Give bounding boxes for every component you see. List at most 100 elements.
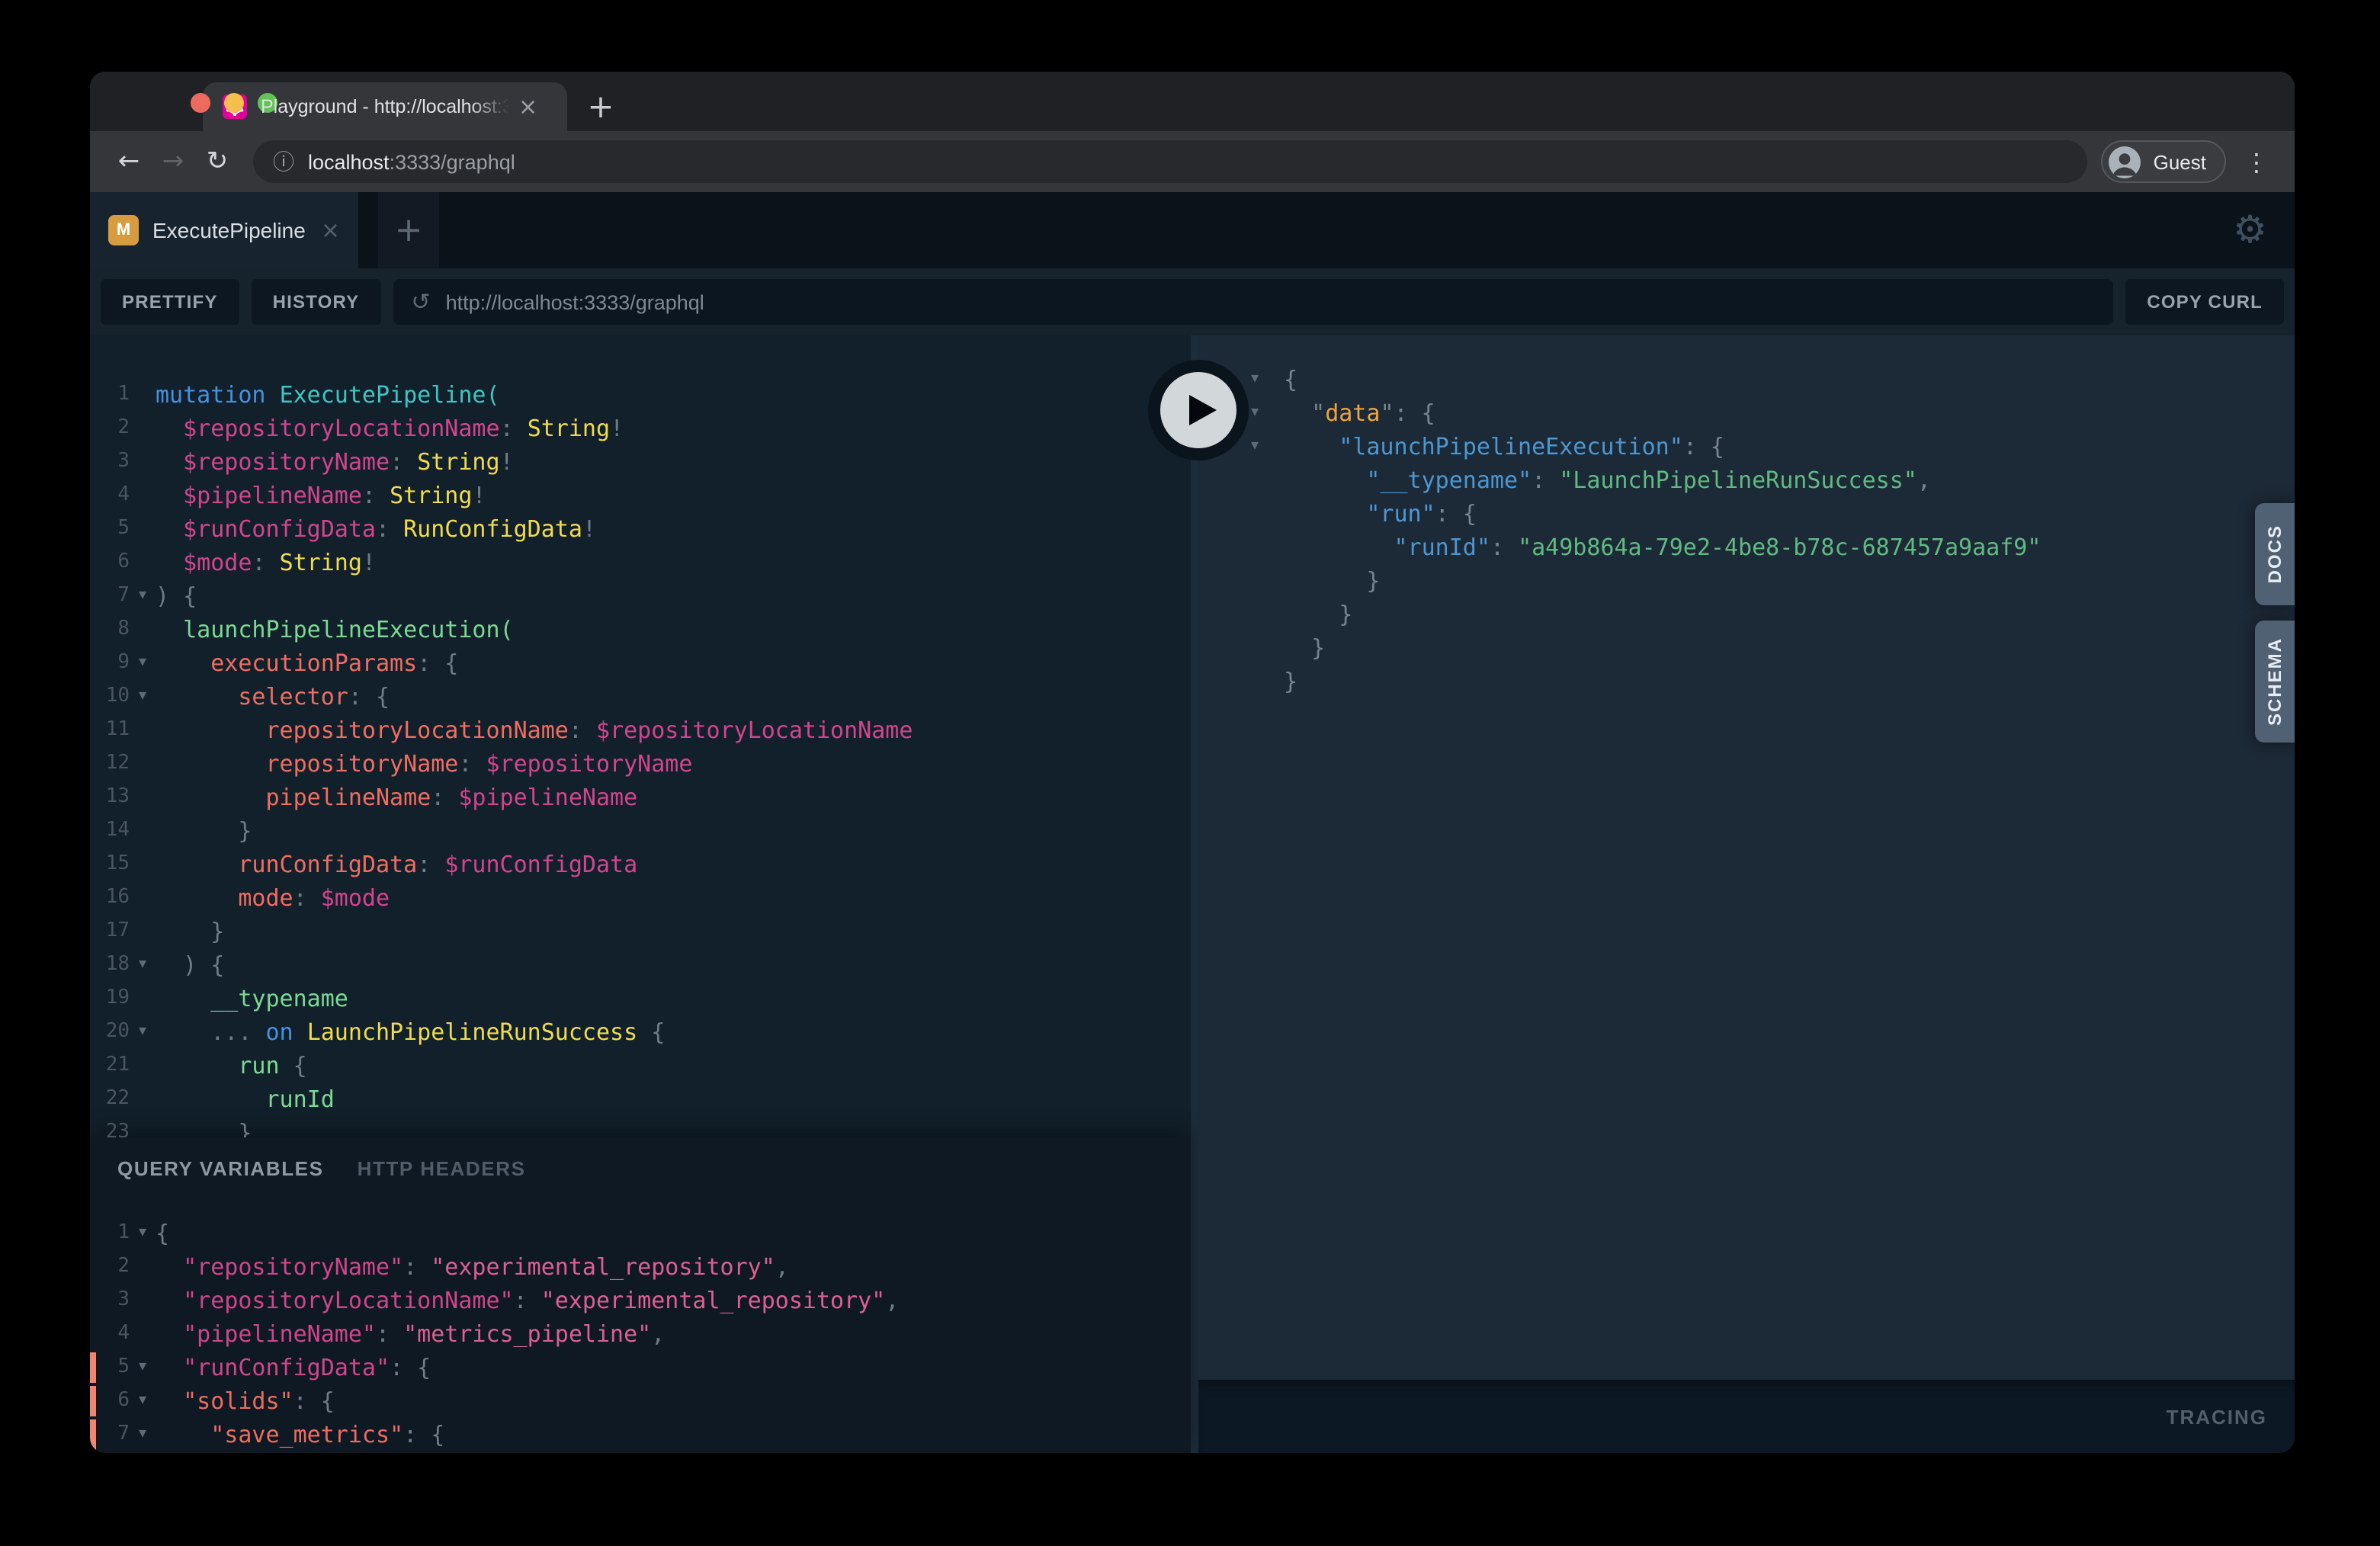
line-number: 8: [90, 613, 130, 646]
session-tab-executepipeline[interactable]: M ExecutePipeline ×: [90, 192, 358, 268]
query-code-line[interactable]: 11 repositoryLocationName: $repositoryLo…: [90, 714, 1191, 747]
settings-gear-icon[interactable]: ⚙: [2233, 207, 2267, 252]
line-number: 10: [90, 680, 130, 714]
query-code-line[interactable]: 21 run {: [90, 1049, 1191, 1083]
query-code-line[interactable]: 13 pipelineName: $pipelineName: [90, 781, 1191, 814]
copy-curl-button[interactable]: COPY CURL: [2125, 279, 2284, 325]
code-text: $repositoryName: String!: [156, 445, 514, 479]
variables-code-line[interactable]: 6▾ "solids": {: [90, 1384, 1191, 1418]
fold-arrow-icon[interactable]: ▾: [130, 646, 156, 680]
query-code-line[interactable]: 5 $runConfigData: RunConfigData!: [90, 512, 1191, 546]
response-code-line: }: [1198, 598, 2295, 631]
query-code-line[interactable]: 12 repositoryName: $repositoryName: [90, 747, 1191, 781]
query-code-line[interactable]: 19 __typename: [90, 982, 1191, 1015]
query-code-line[interactable]: 3 $repositoryName: String!: [90, 445, 1191, 479]
fold-arrow-icon[interactable]: ▾: [130, 1418, 156, 1451]
code-text: "save_metrics": {: [156, 1418, 444, 1451]
tracing-label[interactable]: TRACING: [2167, 1405, 2267, 1428]
query-code-line[interactable]: 4 $pipelineName: String!: [90, 479, 1191, 512]
fold-arrow-icon[interactable]: ▾: [130, 1351, 156, 1384]
query-variables-tab[interactable]: QUERY VARIABLES: [117, 1156, 324, 1179]
query-code-line[interactable]: 22 runId: [90, 1083, 1191, 1116]
browser-tab-strip: Playground - http://localhost:3 × +: [90, 72, 2295, 131]
variables-code-line[interactable]: 4 "pipelineName": "metrics_pipeline",: [90, 1317, 1191, 1351]
variables-code-line[interactable]: 3 "repositoryLocationName": "experimenta…: [90, 1284, 1191, 1317]
schema-tab[interactable]: SCHEMA: [2255, 621, 2295, 743]
forward-button[interactable]: →: [151, 140, 195, 184]
query-code-line[interactable]: 20▾ ... on LaunchPipelineRunSuccess {: [90, 1015, 1191, 1049]
prettify-button[interactable]: PRETTIFY: [101, 279, 239, 325]
new-tab-button[interactable]: +: [578, 84, 624, 130]
url-path: :3333/graphql: [390, 150, 515, 173]
fold-gutter-spacer: [130, 982, 156, 1015]
variables-code-line[interactable]: 2 "repositoryName": "experimental_reposi…: [90, 1250, 1191, 1284]
variables-code-line[interactable]: 7▾ "save_metrics": {: [90, 1418, 1191, 1451]
http-headers-tab[interactable]: HTTP HEADERS: [358, 1156, 526, 1179]
response-column: ▾{▾ "data": {▾ "launchPipelineExecution"…: [1198, 335, 2295, 1453]
query-code-line[interactable]: 16 mode: $mode: [90, 881, 1191, 915]
session-tab-bar: M ExecutePipeline × + ⚙: [90, 192, 2295, 268]
response-code-line: ▾{: [1198, 363, 2295, 396]
query-code-line[interactable]: 23 }: [90, 1116, 1191, 1137]
fold-arrow-icon[interactable]: ▾: [130, 579, 156, 613]
fold-arrow-icon[interactable]: ▾: [130, 680, 156, 714]
session-tab-title: ExecutePipeline: [152, 218, 306, 242]
playground-main: 1mutation ExecutePipeline(2 $repositoryL…: [90, 335, 2295, 1453]
line-number: 22: [90, 1083, 130, 1116]
graphql-playground: M ExecutePipeline × + ⚙ PRETTIFY HISTORY…: [90, 192, 2295, 1453]
fold-arrow-icon[interactable]: ▾: [130, 948, 156, 982]
fold-gutter-spacer: [130, 412, 156, 445]
query-code-line[interactable]: 2 $repositoryLocationName: String!: [90, 412, 1191, 445]
code-text: ... on LaunchPipelineRunSuccess {: [156, 1015, 665, 1049]
variables-code-line[interactable]: 1▾{: [90, 1217, 1191, 1250]
fold-gutter-spacer: [130, 1083, 156, 1116]
address-bar[interactable]: ⓘ localhost:3333/graphql: [253, 140, 2088, 183]
query-code-line[interactable]: 15 runConfigData: $runConfigData: [90, 848, 1191, 881]
browser-menu-button[interactable]: ⋮: [2235, 147, 2278, 176]
code-text: "runConfigData": {: [156, 1351, 431, 1384]
query-code-line[interactable]: 17 }: [90, 915, 1191, 948]
profile-button[interactable]: Guest: [2102, 140, 2226, 183]
endpoint-input[interactable]: ↺ http://localhost:3333/graphql: [393, 279, 2113, 325]
session-tab-close-icon[interactable]: ×: [321, 217, 340, 244]
fold-arrow-icon[interactable]: ▾: [130, 1384, 156, 1418]
variables-code-line[interactable]: 5▾ "runConfigData": {: [90, 1351, 1191, 1384]
fold-arrow-icon[interactable]: ▾: [130, 1217, 156, 1250]
site-info-icon[interactable]: ⓘ: [273, 146, 294, 177]
response-code-line: "run": {: [1198, 497, 2295, 531]
query-code-line[interactable]: 1mutation ExecutePipeline(: [90, 378, 1191, 412]
reload-button[interactable]: ↻: [195, 140, 239, 184]
fold-arrow-icon[interactable]: ▾: [1244, 430, 1265, 463]
fold-gutter-spacer: [130, 378, 156, 412]
tab-close-icon[interactable]: ×: [518, 95, 537, 118]
query-editor[interactable]: 1mutation ExecutePipeline(2 $repositoryL…: [90, 335, 1191, 1137]
fold-gutter-spacer: [130, 512, 156, 546]
line-number: 14: [90, 814, 130, 848]
query-code-line[interactable]: 10▾ selector: {: [90, 680, 1191, 714]
query-code-line[interactable]: 7▾) {: [90, 579, 1191, 613]
fold-arrow-icon[interactable]: ▾: [1244, 363, 1265, 396]
query-code-line[interactable]: 8 launchPipelineExecution(: [90, 613, 1191, 646]
execute-button[interactable]: [1148, 360, 1249, 460]
query-code-line[interactable]: 9▾ executionParams: {: [90, 646, 1191, 680]
code-text: "repositoryLocationName": "experimental_…: [156, 1284, 899, 1317]
variables-panel-header: QUERY VARIABLES HTTP HEADERS: [90, 1137, 1191, 1198]
new-session-button[interactable]: +: [378, 192, 439, 268]
fold-gutter-spacer: [130, 1250, 156, 1284]
line-number: 9: [90, 646, 130, 680]
variables-editor[interactable]: 1▾{2 "repositoryName": "experimental_rep…: [90, 1198, 1191, 1451]
close-window-button[interactable]: [191, 93, 210, 113]
code-text: "solids": {: [156, 1384, 335, 1418]
query-code-line[interactable]: 18▾ ) {: [90, 948, 1191, 982]
minimize-window-button[interactable]: [224, 93, 244, 113]
code-text: run {: [156, 1049, 307, 1083]
fold-arrow-icon[interactable]: ▾: [130, 1015, 156, 1049]
query-code-line[interactable]: 6 $mode: String!: [90, 546, 1191, 579]
code-text: launchPipelineExecution(: [156, 613, 514, 646]
history-button[interactable]: HISTORY: [252, 279, 381, 325]
back-button[interactable]: ←: [107, 140, 151, 184]
docs-tab[interactable]: DOCS: [2255, 503, 2295, 605]
query-code-line[interactable]: 14 }: [90, 814, 1191, 848]
line-number: 23: [90, 1116, 130, 1137]
fold-gutter-spacer: [130, 781, 156, 814]
